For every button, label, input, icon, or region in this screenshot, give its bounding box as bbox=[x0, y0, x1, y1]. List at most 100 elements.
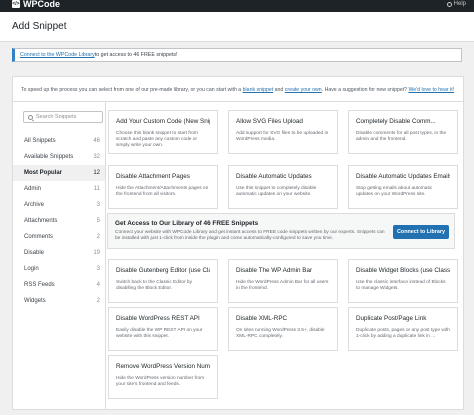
snippet-description: Easily disable the WP REST API on your w… bbox=[116, 328, 203, 340]
snippet-card[interactable]: Disable Widget Blocks (use Classic ... U… bbox=[348, 259, 458, 303]
snippet-description: Duplicate posts, pages or any post type … bbox=[356, 328, 450, 340]
category-label: Disable bbox=[24, 250, 45, 256]
category-count: 32 bbox=[93, 154, 100, 160]
snippet-description: Switch back to the Classic Editor by dis… bbox=[116, 280, 192, 292]
snippet-title: Completely Disable Comm... bbox=[356, 118, 436, 125]
connect-library-link[interactable]: Connect to the WPCode Library bbox=[20, 52, 95, 58]
snippet-card[interactable]: Duplicate Post/Page Link Duplicate posts… bbox=[348, 307, 458, 351]
category-label: Attachments bbox=[24, 218, 58, 224]
snippet-description: Stop getting emails about automatic upda… bbox=[356, 186, 433, 198]
category-label: RSS Feeds bbox=[24, 282, 55, 288]
category-count: 5 bbox=[96, 218, 100, 224]
snippet-description: Use the classic interface instead of Blo… bbox=[356, 280, 446, 292]
snippet-card[interactable]: Disable Automatic Updates Emails Stop ge… bbox=[348, 165, 458, 209]
header-divider bbox=[13, 101, 463, 102]
intro-part-3: . Have a suggestion for new snippet? bbox=[321, 87, 409, 93]
category-all-snippets[interactable]: All Snippets 46 bbox=[13, 133, 105, 149]
snippet-card[interactable]: Disable The WP Admin Bar Hide the WordPr… bbox=[228, 259, 338, 303]
logo-mark-text: </> bbox=[12, 0, 20, 7]
wpcode-logo: </> WPCode bbox=[12, 0, 60, 9]
snippet-description: Hide the WordPress Admin Bar for all use… bbox=[236, 280, 329, 292]
snippet-card[interactable]: Disable XML-RPC On sites running WordPre… bbox=[228, 307, 338, 351]
category-available-snippets[interactable]: Available Snippets 32 bbox=[13, 149, 105, 165]
category-label: Admin bbox=[24, 186, 42, 192]
category-count: 12 bbox=[93, 170, 100, 176]
connect-to-library-button[interactable]: Connect to Library bbox=[393, 225, 449, 239]
banner-title: Get Access to Our Library of 46 FREE Sni… bbox=[115, 220, 259, 227]
category-list: All Snippets 46 Available Snippets 32 Most… bbox=[13, 133, 105, 309]
category-label: Most Popular bbox=[24, 170, 63, 176]
snippet-title: Disable XML-RPC bbox=[236, 315, 288, 322]
category-disable[interactable]: Disable 19 bbox=[13, 245, 105, 261]
snippet-card[interactable]: Remove WordPress Version Number Hide the… bbox=[108, 355, 218, 399]
snippet-card[interactable]: Disable Gutenberg Editor (use Clas... Sw… bbox=[108, 259, 218, 303]
category-count: 46 bbox=[93, 138, 100, 144]
category-count: 19 bbox=[93, 250, 100, 256]
snippet-description: On sites running WordPress 3.5+, disable… bbox=[236, 328, 325, 340]
snippet-card[interactable]: Disable Attachment Pages Hide the Attach… bbox=[108, 165, 218, 209]
wpcode-logo-icon: </> bbox=[12, 0, 20, 8]
snippet-description: Use this snippet to completely disable a… bbox=[236, 186, 317, 198]
category-attachments[interactable]: Attachments 5 bbox=[13, 213, 105, 229]
help-icon bbox=[446, 1, 452, 7]
admin-topbar: </> WPCode Help bbox=[0, 0, 474, 12]
snippet-title: Remove WordPress Version Number bbox=[116, 363, 210, 370]
snippet-card[interactable]: Add Your Custom Code (New Snip... Choose… bbox=[108, 110, 218, 154]
banner-description: Connect your website with WPCode Library… bbox=[115, 230, 385, 242]
category-count: 3 bbox=[96, 266, 100, 272]
snippet-title: Add Your Custom Code (New Snip... bbox=[116, 118, 210, 125]
category-count: 4 bbox=[96, 282, 100, 288]
snippet-title: Disable Attachment Pages bbox=[116, 173, 190, 180]
library-banner: Get Access to Our Library of 46 FREE Sni… bbox=[107, 213, 455, 249]
intro-text: To speed up the process you can select f… bbox=[21, 87, 461, 93]
category-widgets[interactable]: Widgets 2 bbox=[13, 293, 105, 309]
category-rss-feeds[interactable]: RSS Feeds 4 bbox=[13, 277, 105, 293]
snippet-description: Add support for SVG files to be uploaded… bbox=[236, 131, 329, 143]
category-label: Login bbox=[24, 266, 39, 272]
search-icon bbox=[28, 114, 33, 120]
page-title: Add Snippet bbox=[12, 21, 67, 32]
logo-text: WPCode bbox=[23, 0, 60, 9]
search-box[interactable] bbox=[23, 111, 103, 123]
suggest-snippet-link[interactable]: We'd love to hear it! bbox=[409, 87, 455, 93]
snippet-description: Choose this blank snippet to start from … bbox=[116, 131, 198, 149]
category-label: Available Snippets bbox=[24, 154, 74, 160]
snippet-card[interactable]: Disable Automatic Updates Use this snipp… bbox=[228, 165, 338, 209]
category-count: 11 bbox=[93, 186, 100, 192]
category-label: Archive bbox=[24, 202, 45, 208]
category-count: 2 bbox=[96, 298, 100, 304]
category-admin[interactable]: Admin 11 bbox=[13, 181, 105, 197]
notice-text: to get access to 46 FREE snippets! bbox=[94, 52, 178, 58]
snippet-card[interactable]: Completely Disable Comm... Disable comme… bbox=[348, 110, 458, 154]
search-input[interactable] bbox=[36, 114, 96, 120]
snippet-title: Disable Automatic Updates Emails bbox=[356, 173, 450, 180]
snippet-title: Allow SVG Files Upload bbox=[236, 118, 303, 125]
help-link[interactable]: Help bbox=[446, 0, 466, 8]
snippet-description: Hide the WordPress version number from y… bbox=[116, 376, 205, 388]
intro-part-1: To speed up the process you can select f… bbox=[21, 87, 243, 93]
category-label: Widgets bbox=[24, 298, 46, 304]
snippet-description: Hide the Attachment/Attachments pages on… bbox=[116, 186, 209, 198]
category-count: 3 bbox=[96, 202, 100, 208]
library-notice: Connect to the WPCode Library to get acc… bbox=[12, 48, 462, 62]
snippet-title: Disable Automatic Updates bbox=[236, 173, 312, 180]
category-most-popular[interactable]: Most Popular 12 bbox=[13, 165, 105, 181]
category-comments[interactable]: Comments 2 bbox=[13, 229, 105, 245]
create-your-own-link[interactable]: create your own bbox=[285, 87, 322, 93]
intro-part-2: and bbox=[273, 87, 285, 93]
snippet-title: Disable WordPress REST API bbox=[116, 315, 200, 322]
sidebar-divider bbox=[105, 102, 106, 410]
snippet-title: Duplicate Post/Page Link bbox=[356, 315, 427, 322]
category-login[interactable]: Login 3 bbox=[13, 261, 105, 277]
snippet-card[interactable]: Allow SVG Files Upload Add support for S… bbox=[228, 110, 338, 154]
help-label: Help bbox=[453, 1, 466, 7]
category-count: 2 bbox=[96, 234, 100, 240]
page-header: Add Snippet bbox=[0, 12, 474, 42]
snippet-description: Disable comments for all post types, in … bbox=[356, 131, 447, 143]
category-archive[interactable]: Archive 3 bbox=[13, 197, 105, 213]
snippet-title: Disable The WP Admin Bar bbox=[236, 267, 313, 274]
category-label: All Snippets bbox=[24, 138, 56, 144]
category-label: Comments bbox=[24, 234, 54, 240]
blank-snippet-link[interactable]: blank snippet bbox=[243, 87, 274, 93]
snippet-card[interactable]: Disable WordPress REST API Easily disabl… bbox=[108, 307, 218, 351]
